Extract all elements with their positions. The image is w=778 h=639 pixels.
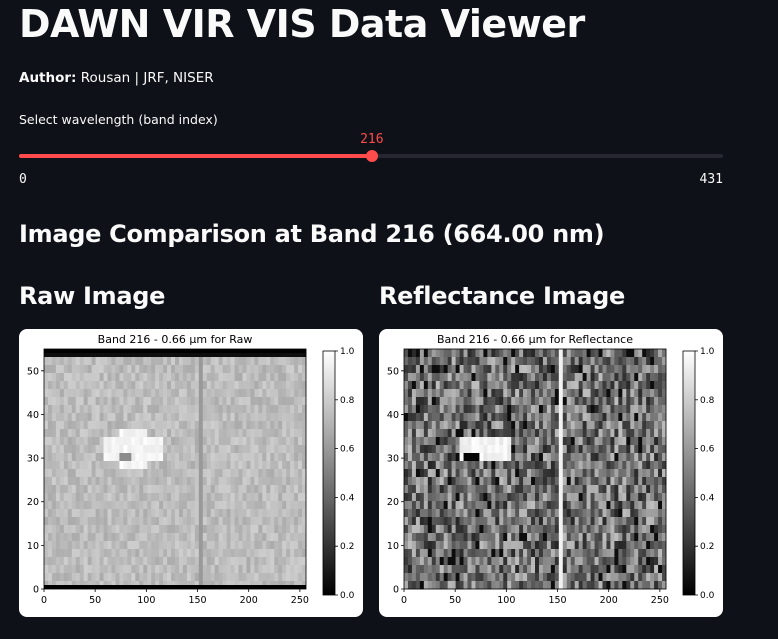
colorbar (682, 350, 696, 596)
image-pixels (44, 349, 307, 590)
slider-max-label: 431 (699, 172, 723, 187)
colorbar-tick-label: 0.6 (340, 445, 355, 455)
y-tick-label: 0 (393, 585, 399, 596)
x-tick-label: 150 (188, 595, 206, 606)
colorbar-tick-label: 0.8 (700, 396, 715, 406)
colorbar-tick-label: 0.4 (340, 493, 355, 503)
plot-title: Band 216 - 0.66 µm for Reflectance (437, 333, 633, 346)
slider-min-label: 0 (19, 172, 27, 187)
x-tick-label: 250 (651, 595, 669, 606)
app-title: DAWN VIR VIS Data Viewer (19, 2, 585, 46)
raw-image-plot: Band 216 - 0.66 µm for Raw0 50 100 150 200 25… (27, 333, 355, 606)
colorbar (322, 350, 336, 596)
y-tick-label: 40 (387, 410, 399, 421)
colorbar-tick-label: 1.0 (700, 347, 715, 357)
y-tick-label: 10 (27, 541, 39, 552)
colorbar-tick-label: 0.2 (700, 542, 714, 552)
raw-image-card: Band 216 - 0.66 µm for Raw 0 50 100 150 200 25… (19, 329, 363, 617)
band-slider[interactable] (19, 150, 723, 162)
y-tick-label: 20 (387, 497, 399, 508)
y-tick-label: 50 (27, 366, 39, 377)
x-tick-label: 200 (240, 595, 258, 606)
y-tick-label: 0 (33, 585, 39, 596)
x-tick-label: 0 (41, 595, 47, 606)
y-tick-label: 30 (387, 454, 399, 465)
x-tick-label: 50 (89, 595, 101, 606)
slider-label: Select wavelength (band index) (19, 112, 218, 127)
colorbar-tick-label: 0.6 (700, 445, 715, 455)
y-tick-label: 30 (27, 454, 39, 465)
colorbar-tick-label: 0.4 (700, 493, 715, 503)
x-tick-label: 100 (497, 595, 515, 606)
x-tick-label: 150 (548, 595, 566, 606)
colorbar-tick-label: 1.0 (340, 347, 355, 357)
colorbar-tick-label: 0.2 (340, 542, 354, 552)
comparison-heading: Image Comparison at Band 216 (664.00 nm) (19, 220, 605, 248)
reflectance-image-plot: Band 216 - 0.66 µm for Reflectance0 50 100… (387, 333, 715, 606)
y-tick-label: 40 (27, 410, 39, 421)
x-tick-label: 100 (137, 595, 155, 606)
slider-value-label: 216 (360, 132, 384, 147)
x-tick-label: 0 (401, 595, 407, 606)
image-pixels (404, 349, 667, 590)
slider-thumb[interactable] (365, 150, 378, 162)
y-tick-label: 50 (387, 366, 399, 377)
y-tick-label: 10 (387, 541, 399, 552)
author-value: Rousan | JRF, NISER (80, 70, 214, 86)
raw-image-heading: Raw Image (19, 282, 166, 310)
reflectance-image-heading: Reflectance Image (379, 282, 626, 310)
x-tick-label: 250 (291, 595, 309, 606)
slider-track-fill (19, 154, 372, 158)
author-line: Author: Rousan | JRF, NISER (19, 70, 214, 86)
colorbar-tick-label: 0.0 (340, 591, 355, 601)
author-label: Author: (19, 70, 77, 86)
x-tick-label: 200 (600, 595, 618, 606)
colorbar-tick-label: 0.8 (340, 396, 355, 406)
plot-title: Band 216 - 0.66 µm for Raw (98, 333, 253, 346)
reflectance-image-card: Band 216 - 0.66 µm for Reflectance 0 50 100… (379, 329, 723, 617)
y-tick-label: 20 (27, 497, 39, 508)
x-tick-label: 50 (449, 595, 461, 606)
colorbar-tick-label: 0.0 (700, 591, 715, 601)
